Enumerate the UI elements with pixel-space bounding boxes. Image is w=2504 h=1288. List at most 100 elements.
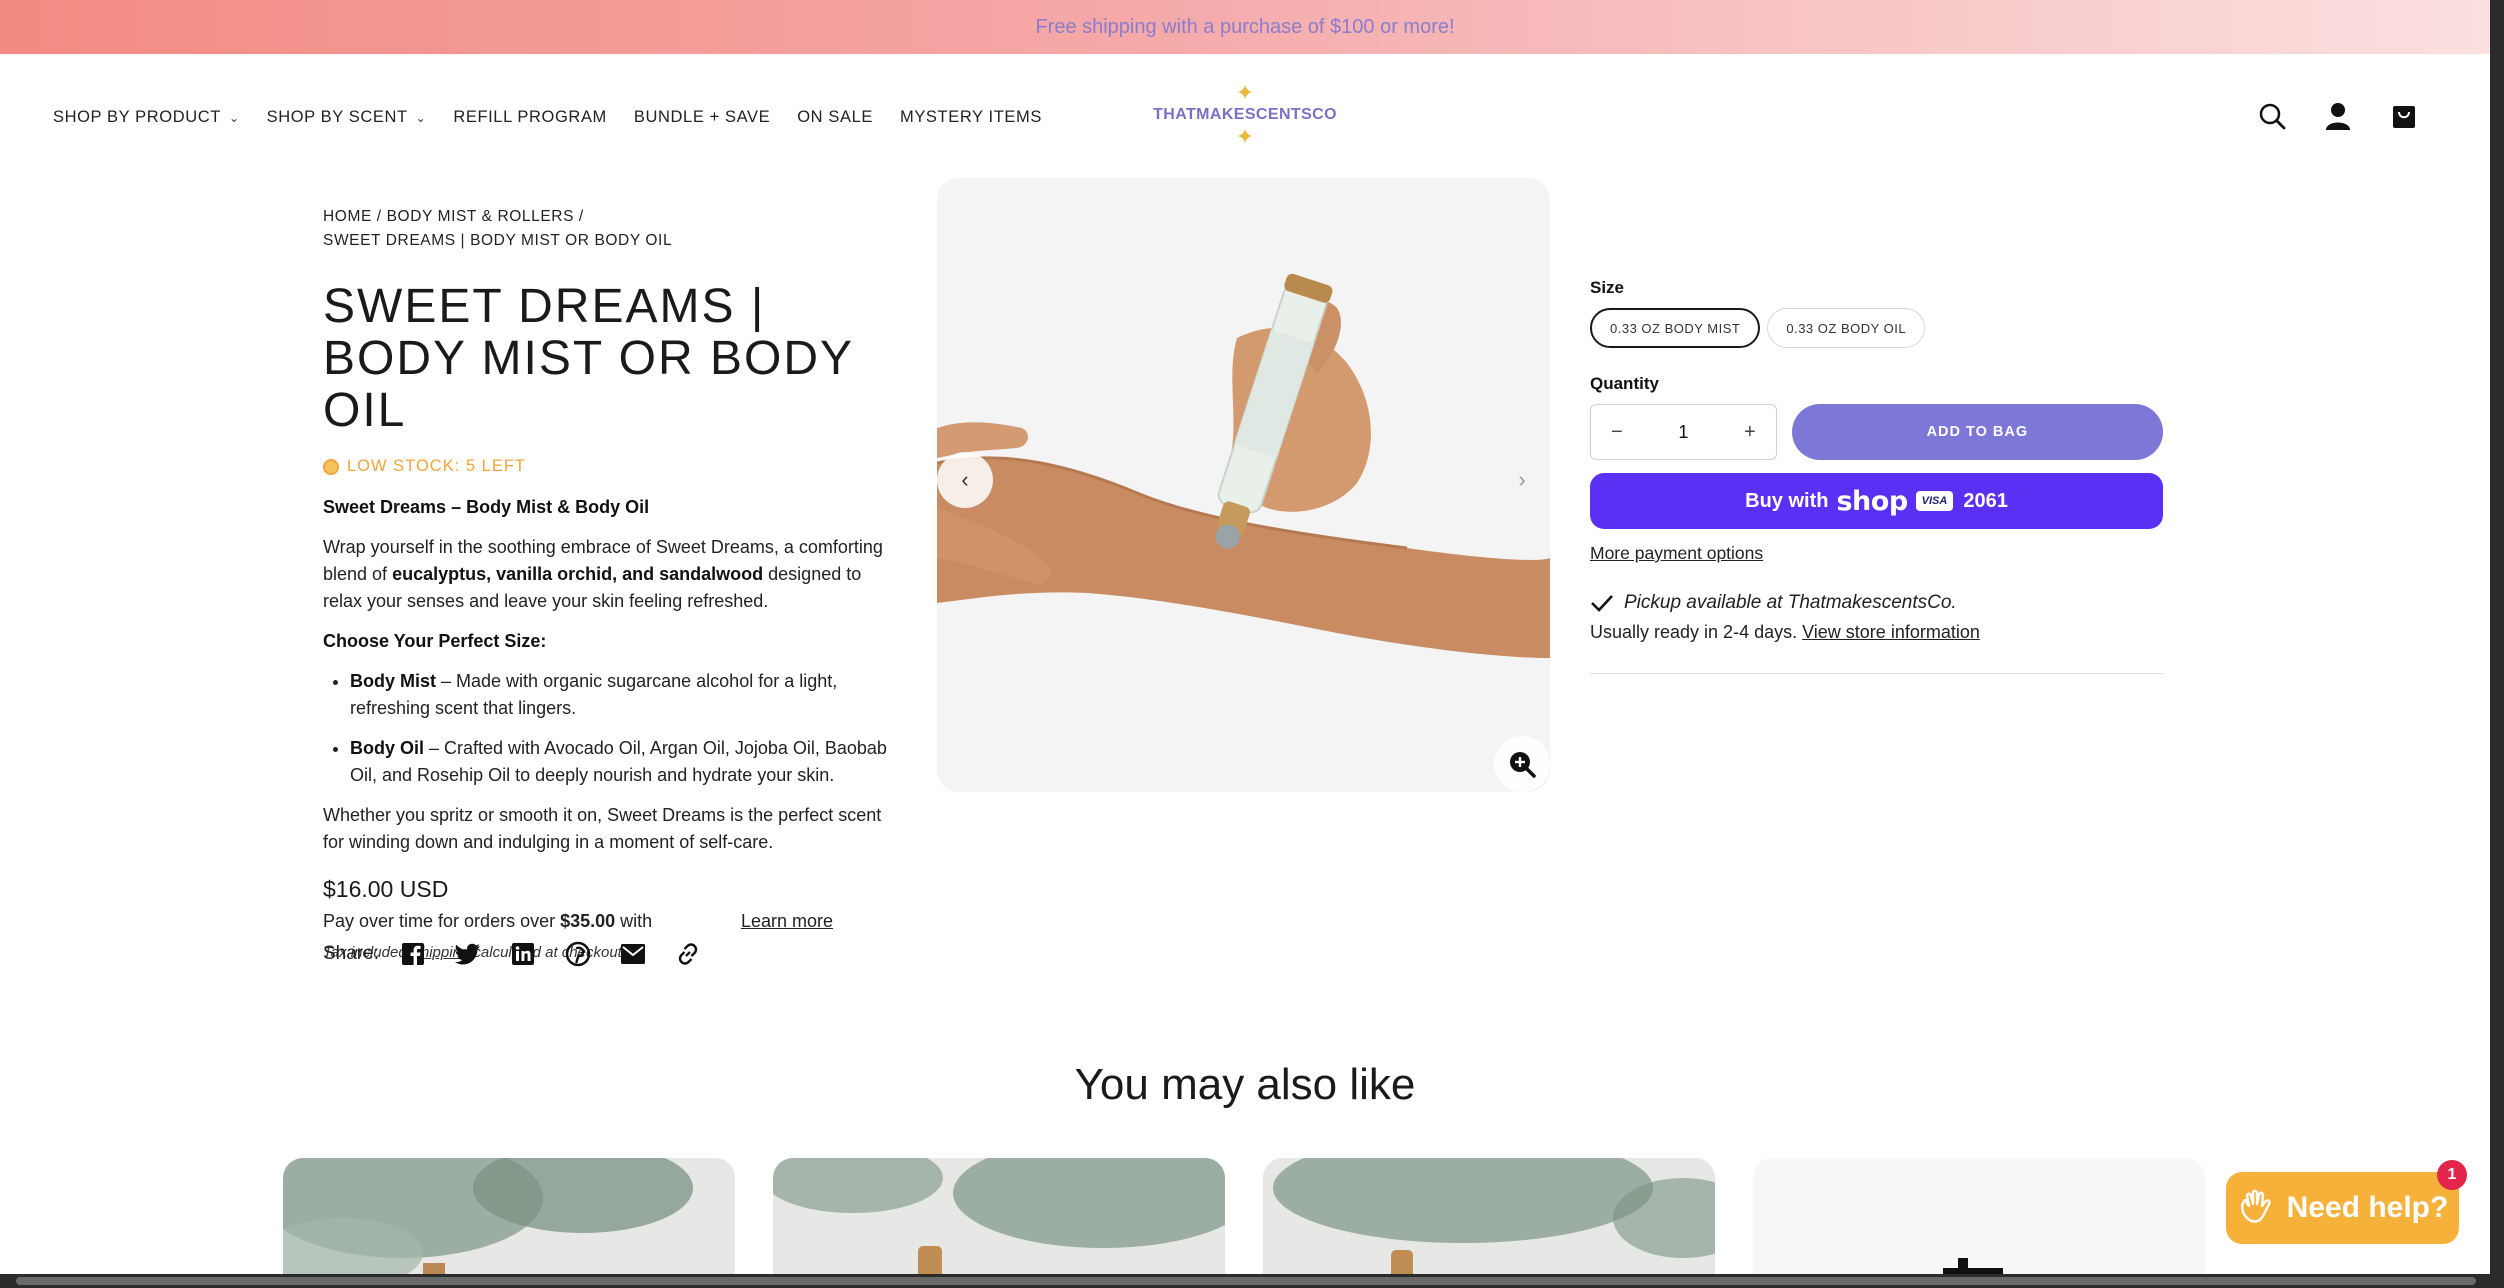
vertical-scrollbar[interactable] [2490,0,2504,1288]
quantity-stepper: − 1 + [1590,404,1777,460]
quantity-input[interactable]: 1 [1678,422,1688,443]
sparkle-icon: ✦ [1235,124,1255,149]
breadcrumb-path[interactable]: HOME / BODY MIST & ROLLERS / [323,205,898,229]
size-options-list: Body Mist – Made with organic sugarcane … [323,668,898,789]
pickup-availability: Pickup available at ThatmakescentsCo. [1590,592,2163,614]
announcement-bar: Free shipping with a purchase of $100 or… [0,0,2490,54]
recommended-product-card[interactable] [1263,1158,1715,1288]
horizontal-scrollbar[interactable] [0,1274,2504,1288]
need-help-label: Need help? [2286,1191,2449,1224]
stock-indicator: LOW STOCK: 5 LEFT [323,457,898,476]
announcement-text: Free shipping with a purchase of $100 or… [1035,15,1455,38]
nav-label: SHOP BY PRODUCT [53,108,221,126]
quantity-label: Quantity [1590,374,1659,393]
chevron-left-icon: ‹ [961,467,969,492]
divider [1590,673,2163,674]
chevron-down-icon: ⌄ [415,110,427,125]
nav-bundle-save[interactable]: BUNDLE + SAVE [634,108,770,127]
gallery-next-button[interactable]: › [1494,452,1550,508]
size-option-body-oil[interactable]: 0.33 OZ BODY OIL [1767,308,1926,348]
quantity-decrease-button[interactable]: − [1611,421,1623,444]
product-thumbnail [1263,1158,1715,1288]
description-paragraph: Wrap yourself in the soothing embrace of… [323,537,883,611]
recommended-product-card[interactable] [1753,1158,2205,1288]
learn-more-link[interactable]: Learn more [741,911,833,932]
main-nav: SHOP BY PRODUCT ⌄ SHOP BY SCENT ⌄ REFILL P… [53,108,1069,127]
recommendations-heading: You may also like [1074,1060,1416,1109]
chevron-right-icon: › [1518,467,1526,492]
recommended-product-card[interactable] [283,1158,735,1288]
site-logo[interactable]: ✦ THATMAKESCENTSCO ✦ [1153,80,1336,150]
nav-mystery-items[interactable]: MYSTERY ITEMS [900,108,1042,127]
chevron-down-icon: ⌄ [228,110,240,125]
linkedin-icon[interactable] [509,940,537,968]
choose-size-heading: Choose Your Perfect Size: [323,631,547,651]
add-to-bag-button[interactable]: ADD TO BAG [1791,404,2163,460]
purchase-panel: Size 0.33 OZ BODY MIST 0.33 OZ BODY OIL … [1590,278,2163,674]
nav-refill-program[interactable]: REFILL PROGRAM [453,108,607,127]
search-icon[interactable] [2256,100,2288,132]
list-item: Body Mist – Made with organic sugarcane … [350,668,898,722]
low-stock-icon [323,458,339,475]
product-price: $16.00 USD [323,876,449,902]
breadcrumb-current: SWEET DREAMS | BODY MIST OR BODY OIL [323,232,673,249]
product-info: HOME / BODY MIST & ROLLERS / SWEET DREAM… [323,205,898,961]
card-last-digits: 2061 [1963,489,2008,512]
gallery-prev-button[interactable]: ‹ [937,452,993,508]
nav-shop-by-scent[interactable]: SHOP BY SCENT ⌄ [267,108,427,127]
notification-badge: 1 [2437,1160,2467,1190]
product-thumbnail [773,1158,1225,1288]
view-store-info-link[interactable]: View store information [1802,622,1980,642]
nav-label: REFILL PROGRAM [453,108,607,126]
waving-hand-icon [2240,1189,2271,1223]
sparkle-icon: ✦ [1235,80,1255,105]
pickup-ready-note: Usually ready in 2-4 days. View store in… [1590,622,1980,642]
zoom-button[interactable] [1494,736,1550,792]
pickup-text: Pickup available at ThatmakescentsCo. [1624,592,1957,613]
product-image [937,178,1550,792]
more-payment-options-link[interactable]: More payment options [1590,543,1763,564]
product-image-gallery[interactable]: ‹ › [937,178,1550,792]
shop-pay-logo: shop [1836,485,1908,517]
header-icons [2256,100,2420,132]
shop-pay-button[interactable]: Buy with shop VISA 2061 [1590,473,2163,529]
logo-text: THATMAKESCENTSCO [1153,106,1337,123]
size-option-body-mist[interactable]: 0.33 OZ BODY MIST [1590,308,1761,348]
nav-label: SHOP BY SCENT [266,108,408,126]
pinterest-icon[interactable] [564,940,592,968]
checkmark-icon [1591,595,1613,612]
recommended-product-card[interactable] [773,1158,1225,1288]
zoom-in-icon [1510,752,1536,778]
link-icon[interactable] [674,940,702,968]
breadcrumb: HOME / BODY MIST & ROLLERS / SWEET DREAM… [323,205,898,253]
description-closing: Whether you spritz or smooth it on, Swee… [323,805,882,852]
nav-shop-by-product[interactable]: SHOP BY PRODUCT ⌄ [53,108,240,127]
site-header: SHOP BY PRODUCT ⌄ SHOP BY SCENT ⌄ REFILL P… [0,54,2490,178]
installments-message: Pay over time for orders over $35.00 wit… [323,911,833,932]
facebook-icon[interactable] [399,940,427,968]
cart-icon[interactable] [2388,100,2420,132]
share-label: Share: [323,943,379,964]
product-title: SWEET DREAMS | BODY MIST OR BODY OIL [323,280,854,437]
size-label: Size [1590,278,1625,297]
nav-on-sale[interactable]: ON SALE [797,108,873,127]
shop-pay-label: Buy with [1745,489,1829,512]
twitter-icon[interactable] [454,940,482,968]
nav-label: BUNDLE + SAVE [633,108,771,126]
product-description: Sweet Dreams – Body Mist & Body Oil Wrap… [323,494,898,856]
description-heading: Sweet Dreams – Body Mist & Body Oil [323,497,650,517]
quantity-increase-button[interactable]: + [1744,421,1756,444]
nav-label: MYSTERY ITEMS [899,108,1042,126]
stock-text: LOW STOCK: 5 LEFT [347,457,526,475]
share-bar: Share: [323,940,729,968]
email-icon[interactable] [619,940,647,968]
product-thumbnail [1753,1158,2205,1288]
nav-label: ON SALE [797,108,873,126]
need-help-chat-button[interactable]: Need help? 1 [2226,1160,2467,1244]
size-selector: 0.33 OZ BODY MIST 0.33 OZ BODY OIL [1590,308,2163,348]
account-icon[interactable] [2322,100,2354,132]
product-thumbnail [283,1158,735,1288]
list-item: Body Oil – Crafted with Avocado Oil, Arg… [350,735,898,789]
visa-badge: VISA [1915,491,1954,511]
scrollbar-thumb[interactable] [16,1277,2476,1285]
